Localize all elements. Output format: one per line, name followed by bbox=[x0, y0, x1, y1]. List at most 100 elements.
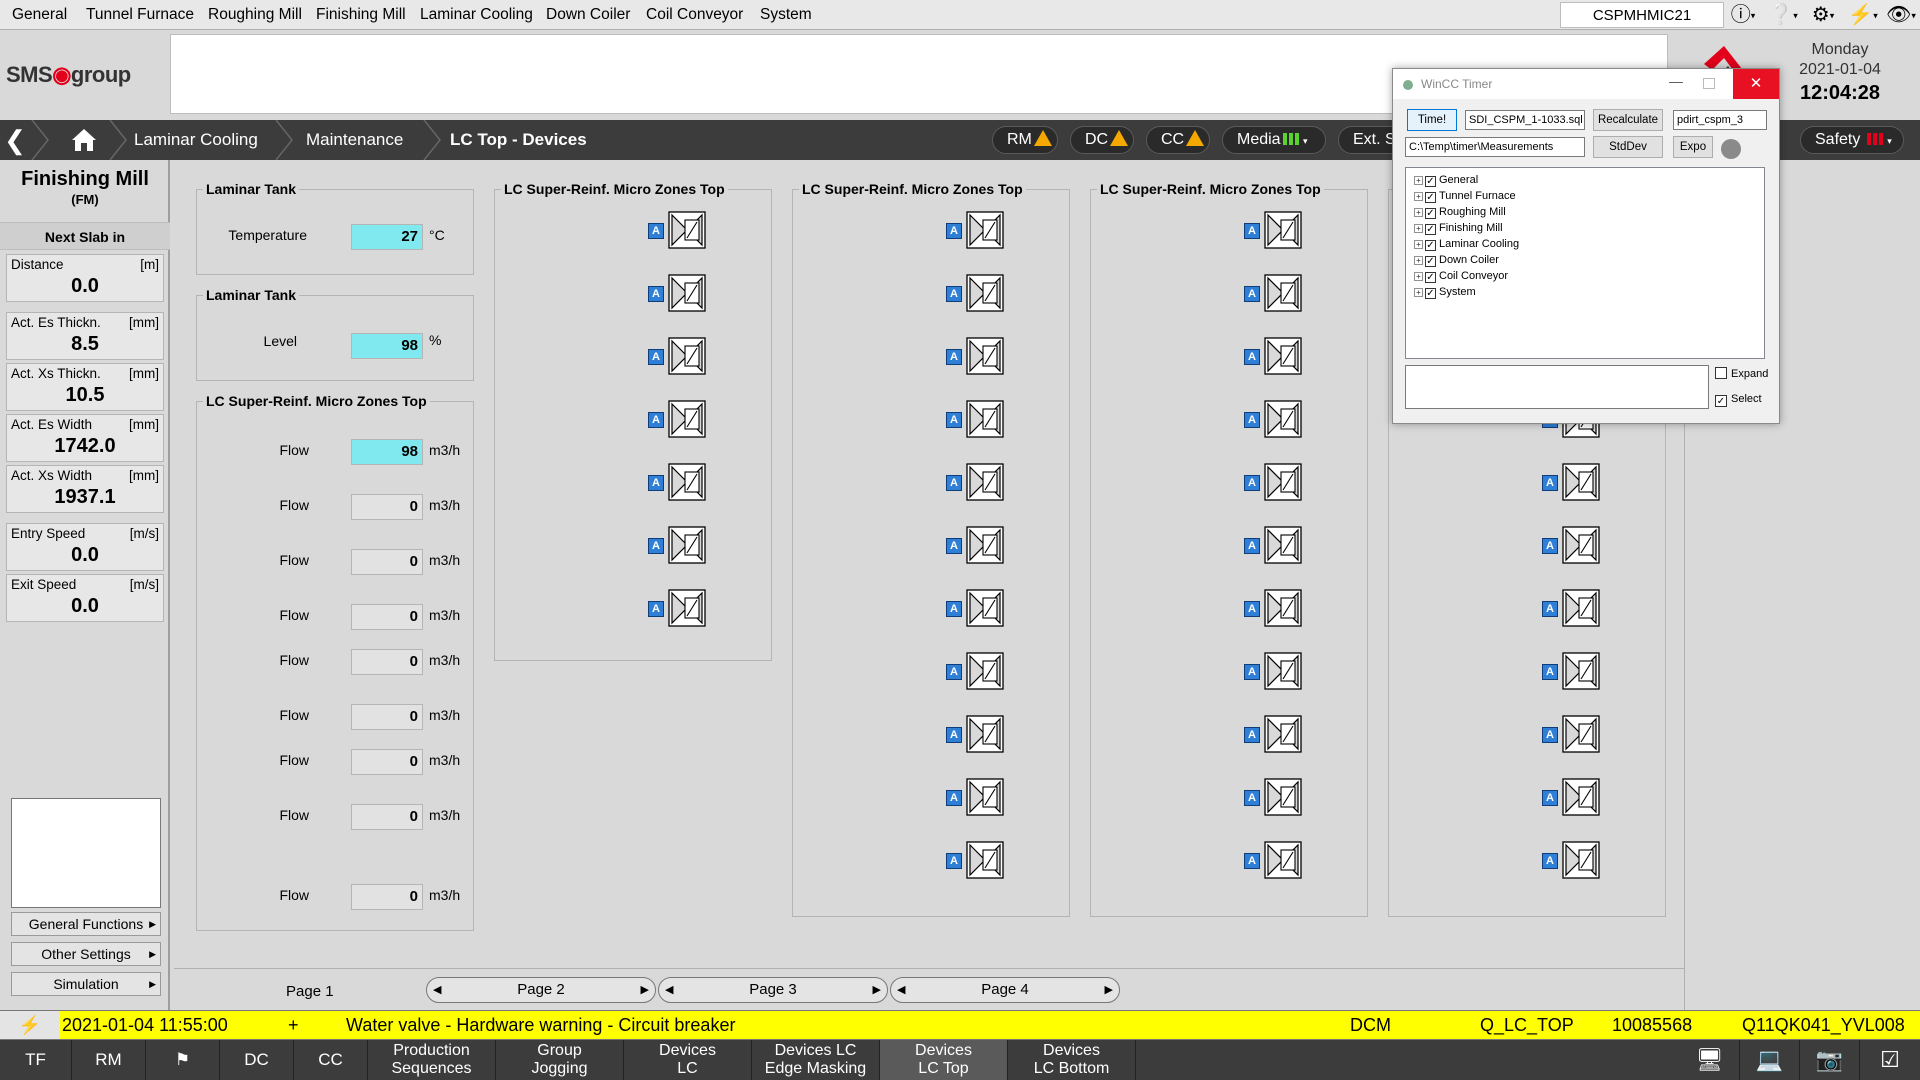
status-pill-rm[interactable]: RM bbox=[992, 126, 1058, 154]
alarm-line[interactable]: ⚡ 2021-01-04 11:55:00 + Water valve - Ha… bbox=[0, 1010, 1920, 1040]
valve-device[interactable]: A bbox=[946, 524, 1006, 564]
valve-device[interactable]: A bbox=[946, 587, 1006, 627]
valve-device[interactable]: A bbox=[648, 461, 708, 501]
tree-node[interactable]: + ✓ Roughing Mill bbox=[1414, 204, 1506, 220]
eye-icon[interactable]: 👁▾ bbox=[1882, 2, 1920, 28]
page-2-button[interactable]: ◀ Page 2 ▶ bbox=[426, 977, 656, 1003]
menu-down-coiler[interactable]: Down Coiler bbox=[546, 0, 630, 30]
checkbox-box[interactable] bbox=[1715, 367, 1727, 379]
valve-device[interactable]: A bbox=[1542, 461, 1602, 501]
valve-device[interactable]: A bbox=[1244, 587, 1304, 627]
menu-general[interactable]: General bbox=[12, 0, 67, 30]
valve-device[interactable]: A bbox=[946, 209, 1006, 249]
status-pill-safety[interactable]: Safety ▾ bbox=[1800, 126, 1904, 154]
tree-node[interactable]: + ✓ Down Coiler bbox=[1414, 252, 1499, 268]
lightning-icon[interactable]: ⚡▾ bbox=[1844, 2, 1882, 28]
expand-checkbox[interactable]: Expand bbox=[1715, 367, 1768, 380]
valve-device[interactable]: A bbox=[648, 398, 708, 438]
checkbox-checked-icon[interactable]: ✓ bbox=[1425, 256, 1436, 267]
valve-device[interactable]: A bbox=[648, 524, 708, 564]
valve-device[interactable]: A bbox=[946, 398, 1006, 438]
checkbox-checked-icon[interactable]: ✓ bbox=[1425, 192, 1436, 203]
help-icon[interactable]: ❔▾ bbox=[1764, 2, 1802, 28]
valve-device[interactable]: A bbox=[946, 335, 1006, 375]
valve-device[interactable]: A bbox=[1244, 839, 1304, 879]
gear-icon[interactable]: ⚙▾ bbox=[1804, 2, 1842, 28]
valve-device[interactable]: A bbox=[1542, 713, 1602, 753]
valve-device[interactable]: A bbox=[1244, 776, 1304, 816]
expand-icon[interactable]: + bbox=[1414, 208, 1423, 217]
checkbox-box[interactable]: ✓ bbox=[1715, 395, 1727, 407]
valve-device[interactable]: A bbox=[648, 272, 708, 312]
other-settings-button[interactable]: Other Settings ▶ bbox=[11, 942, 161, 966]
status-pill-media[interactable]: Media ▾ bbox=[1222, 126, 1326, 154]
monitor-icon[interactable]: 🖥 bbox=[1680, 1040, 1740, 1080]
status-pill-cc[interactable]: CC bbox=[1146, 126, 1210, 154]
stddev-button[interactable]: StdDev bbox=[1593, 136, 1663, 158]
expand-icon[interactable]: + bbox=[1414, 256, 1423, 265]
checkbox-checked-icon[interactable]: ✓ bbox=[1425, 240, 1436, 251]
measurements-path-field[interactable]: C:\Temp\timer\Measurements bbox=[1405, 137, 1585, 157]
checkbox-checked-icon[interactable]: ✓ bbox=[1425, 288, 1436, 299]
expand-icon[interactable]: + bbox=[1414, 272, 1423, 281]
valve-device[interactable]: A bbox=[946, 461, 1006, 501]
nav-devices-lc-bottom-button[interactable]: Devices LC Bottom bbox=[1008, 1040, 1136, 1080]
valve-device[interactable]: A bbox=[1542, 839, 1602, 879]
output-text-area[interactable] bbox=[1405, 365, 1709, 409]
checkbox-checked-icon[interactable]: ✓ bbox=[1425, 272, 1436, 283]
nav-devices-lc-button[interactable]: Devices LC bbox=[624, 1040, 752, 1080]
nav-tf-button[interactable]: TF bbox=[0, 1040, 72, 1080]
expand-icon[interactable]: + bbox=[1414, 224, 1423, 233]
flag-icon[interactable]: ⚑ bbox=[146, 1040, 220, 1080]
home-icon[interactable] bbox=[68, 120, 100, 160]
database-field[interactable]: pdirt_cspm_3 bbox=[1673, 110, 1767, 130]
valve-device[interactable]: A bbox=[1244, 398, 1304, 438]
valve-device[interactable]: A bbox=[1542, 524, 1602, 564]
menu-finishing-mill[interactable]: Finishing Mill bbox=[316, 0, 406, 30]
page-3-button[interactable]: ◀ Page 3 ▶ bbox=[658, 977, 888, 1003]
recalculate-button[interactable]: Recalculate bbox=[1593, 109, 1663, 131]
expo-button[interactable]: Expo bbox=[1673, 136, 1713, 158]
valve-device[interactable]: A bbox=[946, 272, 1006, 312]
valve-device[interactable]: A bbox=[946, 650, 1006, 690]
screen-settings-icon[interactable]: 💻 bbox=[1740, 1040, 1800, 1080]
tree-node[interactable]: + ✓ System bbox=[1414, 284, 1476, 300]
nav-group-jogging-button[interactable]: Group Jogging bbox=[496, 1040, 624, 1080]
valve-device[interactable]: A bbox=[648, 587, 708, 627]
checkbox-checked-icon[interactable]: ✓ bbox=[1425, 208, 1436, 219]
back-arrow-icon[interactable]: ❮ bbox=[0, 120, 30, 160]
checkbox-checked-icon[interactable]: ✓ bbox=[1425, 224, 1436, 235]
nav-rm-button[interactable]: RM bbox=[72, 1040, 146, 1080]
checklist-icon[interactable]: ☑ bbox=[1860, 1040, 1920, 1080]
tree-node[interactable]: + ✓ Finishing Mill bbox=[1414, 220, 1503, 236]
nav-devices-lc-edge-masking-button[interactable]: Devices LC Edge Masking bbox=[752, 1040, 880, 1080]
status-pill-dc[interactable]: DC bbox=[1070, 126, 1134, 154]
select-checkbox[interactable]: ✓ Select bbox=[1715, 393, 1762, 407]
expand-icon[interactable]: + bbox=[1414, 288, 1423, 297]
lightning-icon[interactable]: ⚡ bbox=[0, 1011, 60, 1039]
valve-device[interactable]: A bbox=[1244, 461, 1304, 501]
checkbox-checked-icon[interactable]: ✓ bbox=[1425, 176, 1436, 187]
camera-icon[interactable]: 📷 bbox=[1800, 1040, 1860, 1080]
tree-node[interactable]: + ✓ Tunnel Furnace bbox=[1414, 188, 1516, 204]
valve-device[interactable]: A bbox=[1244, 209, 1304, 249]
valve-device[interactable]: A bbox=[946, 776, 1006, 816]
expand-icon[interactable]: + bbox=[1414, 240, 1423, 249]
valve-device[interactable]: A bbox=[1244, 650, 1304, 690]
expo-toggle[interactable] bbox=[1721, 139, 1761, 159]
menu-roughing-mill[interactable]: Roughing Mill bbox=[208, 0, 302, 30]
time-button[interactable]: Time! bbox=[1407, 109, 1457, 131]
tree-node[interactable]: + ✓ General bbox=[1414, 172, 1478, 188]
nav-cc-button[interactable]: CC bbox=[294, 1040, 368, 1080]
valve-device[interactable]: A bbox=[1542, 650, 1602, 690]
menu-coil-conveyor[interactable]: Coil Conveyor bbox=[646, 0, 743, 30]
valve-device[interactable]: A bbox=[648, 209, 708, 249]
page-4-button[interactable]: ◀ Page 4 ▶ bbox=[890, 977, 1120, 1003]
valve-device[interactable]: A bbox=[1244, 272, 1304, 312]
info-icon[interactable]: ⓘ▾ bbox=[1724, 2, 1762, 28]
valve-device[interactable]: A bbox=[1542, 776, 1602, 816]
breadcrumb-maintenance[interactable]: Maintenance bbox=[306, 120, 403, 160]
valve-device[interactable]: A bbox=[946, 713, 1006, 753]
expand-icon[interactable]: + bbox=[1414, 192, 1423, 201]
valve-device[interactable]: A bbox=[1244, 335, 1304, 375]
